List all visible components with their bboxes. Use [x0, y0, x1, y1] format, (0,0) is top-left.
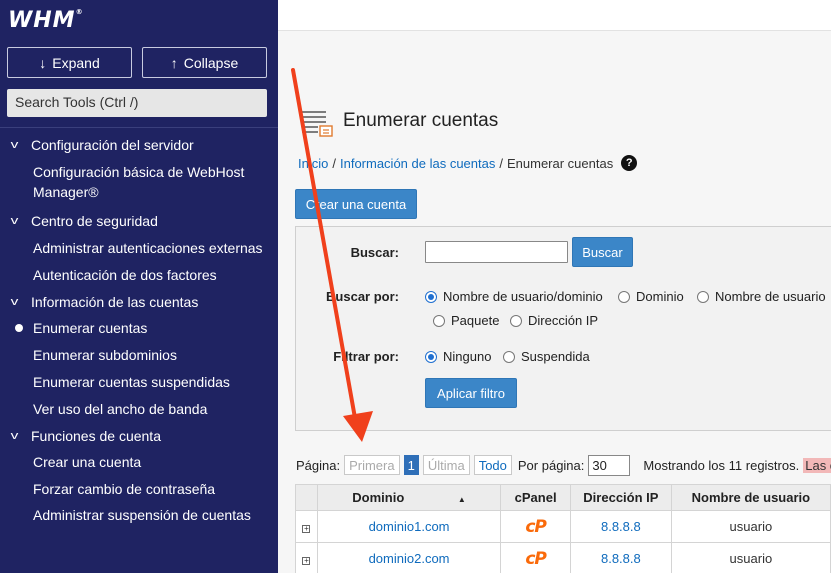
- list-accounts-icon: [302, 111, 333, 137]
- expand-plus-icon[interactable]: +: [302, 525, 311, 533]
- domain-column-header[interactable]: Dominio ▲: [316, 484, 502, 511]
- radio-domain[interactable]: Dominio: [618, 289, 684, 304]
- search-label: Buscar:: [350, 245, 399, 260]
- whm-logo[interactable]: WHM®: [8, 8, 84, 33]
- search-by-label: Buscar por:: [326, 289, 399, 304]
- nav-item-list-subdomains[interactable]: Enumerar subdominios: [0, 345, 278, 365]
- search-tools-input[interactable]: Search Tools (Ctrl /): [7, 89, 267, 117]
- per-page-input[interactable]: 30: [588, 454, 631, 476]
- breadcrumb-separator: /: [332, 155, 336, 171]
- chevron-down-icon: v: [10, 138, 19, 151]
- help-icon[interactable]: ?: [621, 155, 638, 171]
- nav-item-external-auth[interactable]: Administrar autenticaciones externas: [0, 238, 278, 258]
- nav-group-security-center[interactable]: v Centro de seguridad: [0, 209, 278, 232]
- radio-username[interactable]: Nombre de usuario: [697, 289, 826, 304]
- radio-button[interactable]: [618, 290, 630, 303]
- filter-by-label: Filtrar por:: [333, 349, 399, 364]
- sub-bar: [278, 31, 831, 84]
- top-bar: [278, 0, 831, 31]
- sidebar-button-row: ↓ Expand ↑ Collapse: [7, 47, 267, 78]
- breadcrumb-home-link[interactable]: Inicio: [298, 156, 328, 171]
- ip-link[interactable]: 8.8.8.8: [570, 542, 672, 573]
- radio-button-checked[interactable]: [425, 350, 437, 363]
- nav-item-two-factor-auth[interactable]: Autenticación de dos factores: [0, 265, 278, 285]
- expand-column-header: [295, 484, 318, 511]
- cpanel-logo-icon[interactable]: cP: [525, 517, 547, 537]
- search-button[interactable]: Buscar: [572, 237, 633, 267]
- page-title: Enumerar cuentas: [343, 110, 499, 131]
- cpanel-logo-icon[interactable]: cP: [525, 549, 547, 569]
- expand-cell[interactable]: +: [295, 510, 318, 543]
- nav-group-account-info[interactable]: v Información de las cuentas: [0, 290, 278, 313]
- nav-item-list-suspended[interactable]: Enumerar cuentas suspendidas: [0, 372, 278, 392]
- domain-link[interactable]: dominio1.com: [316, 510, 502, 543]
- record-count-text: Mostrando los 11 registros.: [643, 457, 800, 473]
- radio-package[interactable]: Paquete: [433, 313, 499, 328]
- collapse-button[interactable]: ↑ Collapse: [142, 47, 267, 78]
- table-header-row: Dominio ▲ cPanel Dirección IP Nombre de …: [295, 484, 831, 511]
- radio-button[interactable]: [697, 290, 709, 303]
- nav-item-create-account[interactable]: Crear una cuenta: [0, 452, 278, 472]
- sidebar-nav: v Configuración del servidor Configuraci…: [0, 133, 278, 525]
- page-label: Página:: [296, 457, 341, 473]
- expand-cell[interactable]: +: [295, 542, 318, 573]
- radio-none[interactable]: Ninguno: [425, 349, 491, 364]
- apply-filter-button[interactable]: Aplicar filtro: [425, 378, 517, 408]
- nav-item-list-accounts[interactable]: Enumerar cuentas: [0, 318, 278, 338]
- current-page-button[interactable]: 1: [403, 455, 419, 475]
- ip-link[interactable]: 8.8.8.8: [570, 510, 672, 543]
- ip-column-header[interactable]: Dirección IP: [570, 484, 672, 511]
- table-row: + dominio2.com cP 8.8.8.8 usuario: [295, 542, 831, 573]
- breadcrumb: Inicio / Información de las cuentas / En…: [298, 155, 638, 171]
- cpanel-cell[interactable]: cP: [500, 542, 572, 573]
- breadcrumb-separator: /: [499, 155, 503, 171]
- show-all-button[interactable]: Todo: [473, 455, 512, 475]
- per-page-label: Por página:: [517, 457, 585, 473]
- domain-link[interactable]: dominio2.com: [316, 542, 502, 573]
- chevron-down-icon: v: [10, 429, 19, 442]
- nav-item-basic-webhost-config[interactable]: Configuración básica de WebHost Manager®: [0, 162, 278, 202]
- expand-plus-icon[interactable]: +: [302, 557, 311, 565]
- radio-button[interactable]: [433, 314, 445, 327]
- breadcrumb-current: Enumerar cuentas: [506, 155, 614, 171]
- pagination-bar: Página: Primera 1 Última Todo Por página…: [296, 454, 831, 476]
- nav-group-account-functions[interactable]: v Funciones de cuenta: [0, 424, 278, 447]
- arrow-up-icon: ↑: [170, 54, 178, 71]
- chevron-down-icon: v: [10, 214, 19, 227]
- sidebar-divider: [0, 127, 278, 128]
- radio-username-domain[interactable]: Nombre de usuario/dominio: [425, 289, 603, 304]
- nav-group-server-config[interactable]: v Configuración del servidor: [0, 133, 278, 156]
- radio-ip-address[interactable]: Dirección IP: [510, 313, 598, 328]
- expand-button[interactable]: ↓ Expand: [7, 47, 132, 78]
- radio-button[interactable]: [510, 314, 522, 327]
- nav-item-bandwidth[interactable]: Ver uso del ancho de banda: [0, 399, 278, 419]
- first-page-button[interactable]: Primera: [344, 455, 400, 475]
- nav-item-manage-suspension[interactable]: Administrar suspensión de cuentas: [0, 505, 278, 525]
- breadcrumb-section-link[interactable]: Información de las cuentas: [340, 156, 495, 171]
- arrow-down-icon: ↓: [39, 54, 47, 71]
- nav-item-force-password[interactable]: Forzar cambio de contraseña: [0, 479, 278, 499]
- create-account-button[interactable]: Crear una cuenta: [295, 189, 417, 219]
- sort-ascending-icon[interactable]: ▲: [458, 495, 466, 504]
- search-input[interactable]: [425, 241, 568, 263]
- radio-button-checked[interactable]: [425, 290, 437, 303]
- warning-text: Las cue: [803, 457, 831, 473]
- table-row: + dominio1.com cP 8.8.8.8 usuario: [295, 510, 831, 543]
- cpanel-column-header[interactable]: cPanel: [500, 484, 572, 511]
- username-cell: usuario: [670, 510, 831, 543]
- radio-button[interactable]: [503, 350, 515, 363]
- radio-suspended[interactable]: Suspendida: [503, 349, 590, 364]
- username-column-header[interactable]: Nombre de usuario: [670, 484, 831, 511]
- cpanel-cell[interactable]: cP: [500, 510, 572, 543]
- username-cell: usuario: [670, 542, 831, 573]
- sidebar: WHM® ↓ Expand ↑ Collapse Search Tools (C…: [0, 0, 278, 573]
- accounts-table: Dominio ▲ cPanel Dirección IP Nombre de …: [295, 484, 831, 573]
- chevron-down-icon: v: [10, 295, 19, 308]
- last-page-button[interactable]: Última: [422, 455, 470, 475]
